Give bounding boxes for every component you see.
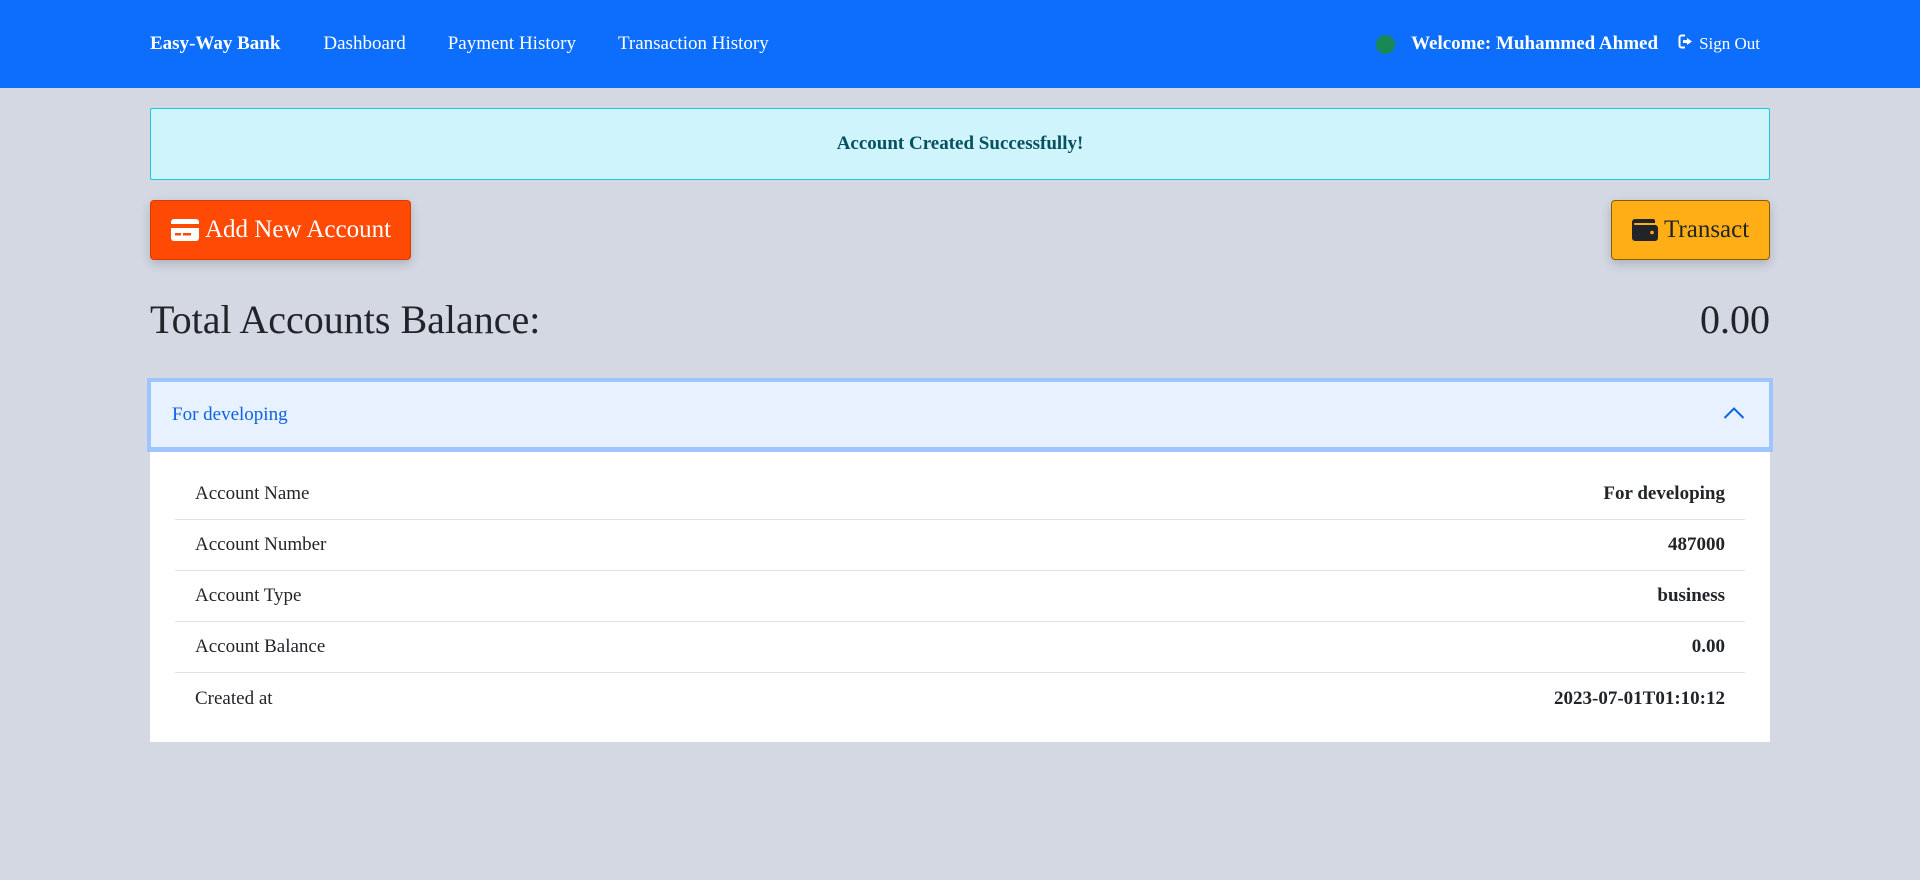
accordion-title: For developing	[172, 403, 288, 425]
detail-label: Account Name	[195, 483, 310, 504]
action-buttons: Add New Account Transact	[150, 200, 1770, 260]
detail-row-account-name: Account Name For developing	[175, 469, 1745, 520]
detail-value: 487000	[1668, 534, 1725, 555]
detail-label: Account Balance	[195, 636, 326, 657]
transact-button[interactable]: Transact	[1611, 200, 1770, 260]
main-content: Account Created Successfully! Add New Ac…	[147, 108, 1773, 742]
online-status-indicator	[1376, 34, 1396, 54]
chevron-up-icon	[1723, 404, 1745, 426]
accordion-header-button[interactable]: For developing	[147, 378, 1773, 452]
credit-card-icon	[171, 219, 199, 241]
nav-right: Welcome: Muhammed Ahmed Sign Out	[1376, 33, 1770, 55]
nav-link-payment-history[interactable]: Payment History	[448, 33, 576, 55]
add-new-account-button[interactable]: Add New Account	[150, 200, 411, 260]
nav-link-dashboard[interactable]: Dashboard	[323, 33, 405, 55]
wallet-icon	[1632, 219, 1658, 241]
nav-left: Easy-Way Bank Dashboard Payment History …	[150, 33, 811, 55]
detail-label: Account Number	[195, 534, 327, 555]
sign-out-link[interactable]: Sign Out	[1678, 34, 1760, 54]
accordion-body: Account Name For developing Account Numb…	[150, 452, 1770, 742]
account-accordion: For developing Account Name For developi…	[147, 378, 1773, 742]
total-balance-value: 0.00	[1700, 296, 1770, 342]
detail-row-account-type: Account Type business	[175, 571, 1745, 622]
detail-value: business	[1657, 585, 1725, 606]
nav-link-transaction-history[interactable]: Transaction History	[618, 33, 769, 55]
top-navbar: Easy-Way Bank Dashboard Payment History …	[0, 0, 1920, 88]
detail-value: 2023-07-01T01:10:12	[1554, 687, 1725, 709]
welcome-text: Welcome: Muhammed Ahmed	[1411, 33, 1659, 54]
add-new-account-label: Add New Account	[205, 216, 392, 243]
navbar-inner: Easy-Way Bank Dashboard Payment History …	[150, 0, 1770, 88]
detail-row-created-at: Created at 2023-07-01T01:10:12	[175, 673, 1745, 724]
detail-label: Created at	[195, 687, 273, 709]
brand-link[interactable]: Easy-Way Bank	[150, 33, 280, 55]
total-balance-row: Total Accounts Balance: 0.00	[150, 294, 1770, 344]
detail-row-account-number: Account Number 487000	[175, 520, 1745, 571]
sign-out-label: Sign Out	[1699, 34, 1760, 53]
detail-value: 0.00	[1691, 636, 1725, 657]
sign-out-icon	[1678, 34, 1699, 54]
success-alert: Account Created Successfully!	[150, 108, 1770, 180]
detail-value: For developing	[1603, 483, 1725, 504]
detail-label: Account Type	[195, 585, 302, 606]
alert-message: Account Created Successfully!	[836, 133, 1084, 154]
detail-row-account-balance: Account Balance 0.00	[175, 622, 1745, 673]
total-balance-label: Total Accounts Balance:	[150, 296, 541, 342]
transact-label: Transact	[1664, 216, 1750, 243]
